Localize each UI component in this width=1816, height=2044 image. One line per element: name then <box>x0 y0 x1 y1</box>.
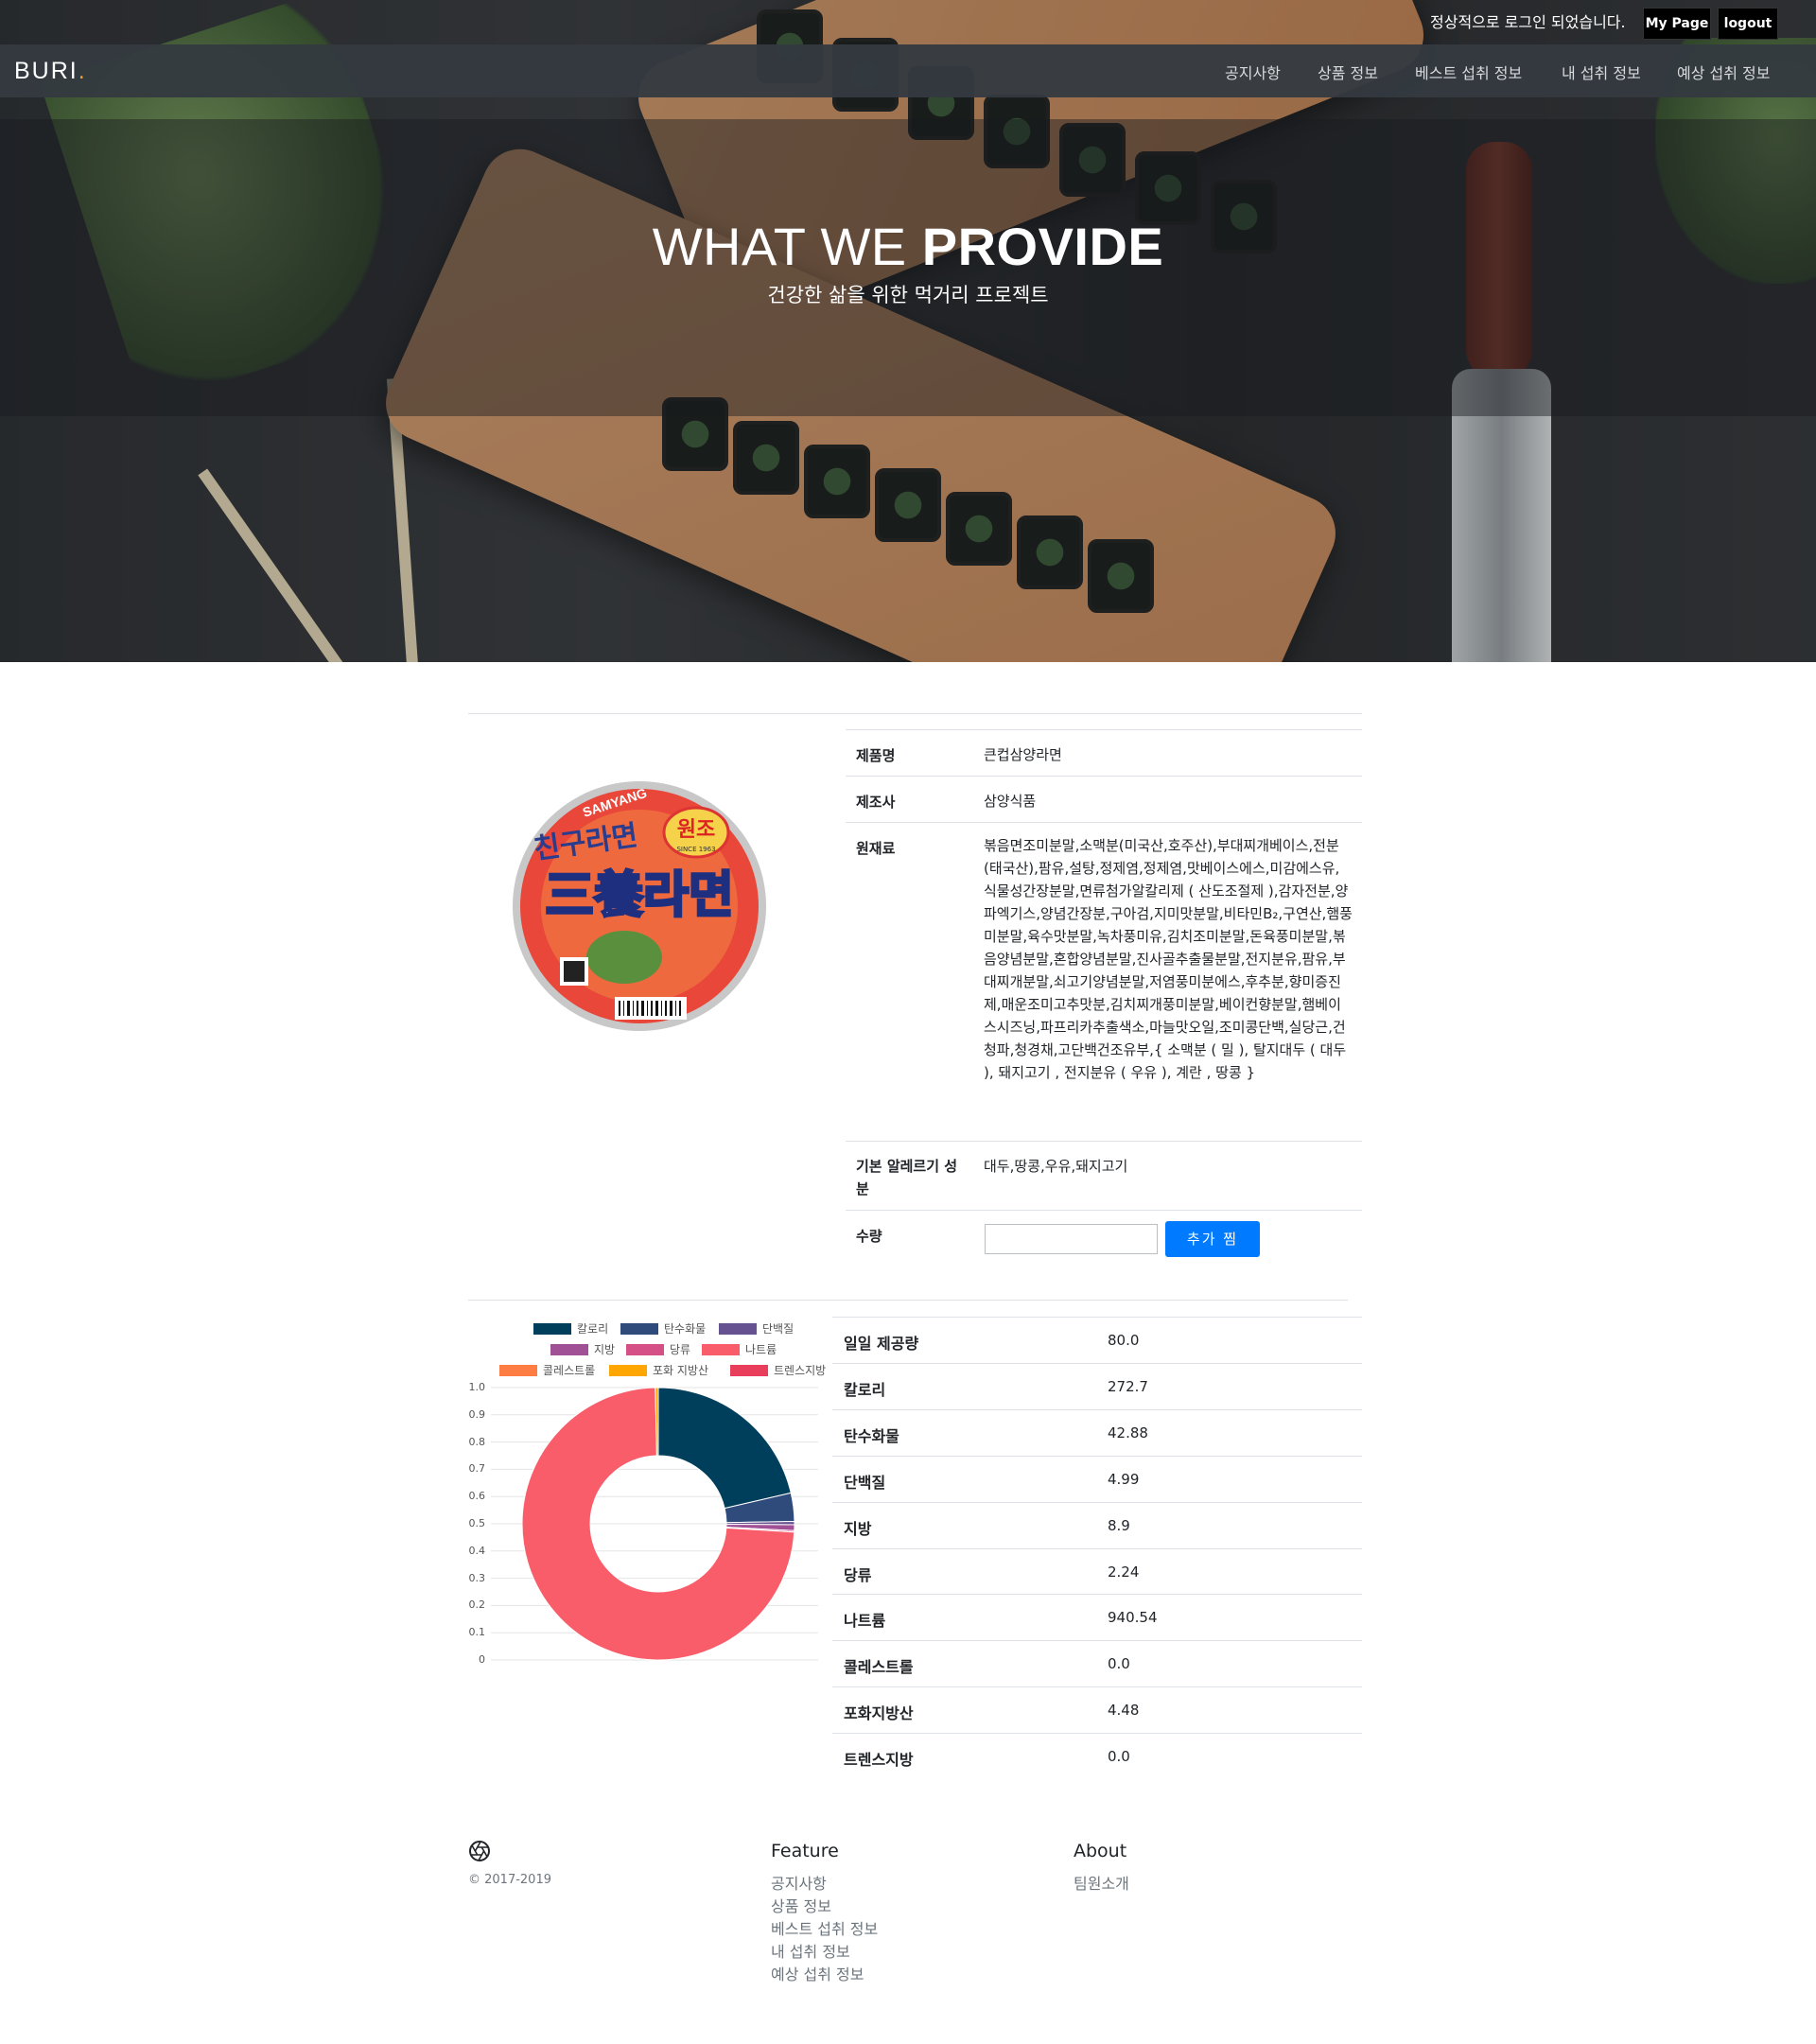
product-name: 큰컵삼양라면 <box>984 746 1062 763</box>
allergy-row: 기본 알레르기 성분 대두,땅콩,우유,돼지고기 <box>846 1141 1362 1211</box>
navbar: BURI. 공지사항 상품 정보 베스트 섭취 정보 내 섭취 정보 예상 섭취… <box>0 44 1816 97</box>
aperture-icon <box>469 1841 490 1861</box>
mypage-button[interactable]: My Page <box>1643 8 1711 40</box>
login-message: 정상적으로 로그인 되었습니다. <box>1430 13 1626 31</box>
ingredients-row: 원재료 볶음면조미분말,소맥분(미국산,호주산),부대찌개베이스,전분(태국산)… <box>846 822 1362 1142</box>
nutrition-value: 4.99 <box>1108 1470 1140 1488</box>
row-label: 원재료 <box>856 840 896 857</box>
nutrition-row: 일일 제공량 80.0 <box>832 1317 1362 1363</box>
nav-best-intake[interactable]: 베스트 섭취 정보 <box>1415 61 1522 83</box>
quantity-input[interactable] <box>985 1224 1158 1254</box>
nutrition-label: 단백질 <box>844 1473 886 1492</box>
nutrition-label: 트렌스지방 <box>844 1751 914 1770</box>
footer-about-title: About <box>1074 1841 1127 1861</box>
footer-link-my[interactable]: 내 섭취 정보 <box>771 1939 850 1962</box>
nutrition-label: 당류 <box>844 1565 872 1584</box>
nav-product-info[interactable]: 상품 정보 <box>1318 61 1378 83</box>
row-label: 제품명 <box>856 747 896 764</box>
divider <box>468 1300 1348 1301</box>
manufacturer: 삼양식품 <box>984 793 1037 810</box>
nutrition-value: 8.9 <box>1108 1516 1130 1534</box>
nutrition-value: 0.0 <box>1108 1655 1130 1673</box>
nutrition-row: 나트륨 940.54 <box>832 1594 1362 1640</box>
ingredients: 볶음면조미분말,소맥분(미국산,호주산),부대찌개베이스,전분(태국산),팜유,… <box>984 837 1353 1081</box>
hero-title: WHAT WE PROVIDE <box>0 216 1816 277</box>
logout-button[interactable]: logout <box>1718 8 1778 40</box>
footer-link-notice[interactable]: 공지사항 <box>771 1871 827 1894</box>
nutrition-row: 칼로리 272.7 <box>832 1362 1362 1409</box>
copyright: © 2017-2019 <box>468 1873 551 1887</box>
row-label: 제조사 <box>856 794 896 811</box>
nutrition-row: 당류 2.24 <box>832 1547 1362 1595</box>
nutrition-value: 42.88 <box>1108 1424 1148 1441</box>
nutrition-value: 272.7 <box>1108 1377 1148 1395</box>
product-name-row: 제품명 큰컵삼양라면 <box>846 729 1362 777</box>
nutrition-row: 콜레스트롤 0.0 <box>832 1640 1362 1686</box>
nutrition-label: 지방 <box>844 1519 872 1538</box>
row-label: 수량 <box>856 1228 882 1245</box>
nutrition-value: 940.54 <box>1108 1609 1158 1627</box>
nutrition-label: 콜레스트롤 <box>844 1658 914 1677</box>
nutrition-row: 포화지방산 4.48 <box>832 1686 1362 1733</box>
svg-text:원조: 원조 <box>677 818 715 842</box>
nutrition-value: 4.48 <box>1108 1702 1140 1720</box>
nutrition-value: 2.24 <box>1108 1563 1140 1581</box>
product-image: SAMYANG 원조 SINCE 1963 친구라면 三養라면 <box>513 781 766 1031</box>
add-favorite-button[interactable]: 추가 찜 <box>1165 1221 1260 1257</box>
nutrition-row: 트렌스지방 0.0 <box>832 1733 1362 1779</box>
hero-title-bold: PROVIDE <box>921 217 1164 276</box>
nutrition-label: 탄수화물 <box>844 1426 899 1445</box>
nutrition-label: 나트륨 <box>844 1612 886 1631</box>
nav-expected-intake[interactable]: 예상 섭취 정보 <box>1677 61 1771 83</box>
nutrition-row: 탄수화물 42.88 <box>832 1408 1362 1456</box>
footer-link-best[interactable]: 베스트 섭취 정보 <box>771 1916 878 1939</box>
nutrition-value: 80.0 <box>1108 1332 1140 1349</box>
footer-feature-title: Feature <box>771 1841 839 1861</box>
svg-text:SINCE 1963: SINCE 1963 <box>676 846 715 853</box>
footer-link-expected[interactable]: 예상 섭취 정보 <box>771 1962 864 1984</box>
donut-chart <box>491 1387 818 1661</box>
allergens: 대두,땅콩,우유,돼지고기 <box>984 1158 1128 1175</box>
brand-logo[interactable]: BURI. <box>14 58 87 85</box>
hero-subtitle: 건강한 삶을 위한 먹거리 프로젝트 <box>767 284 1049 306</box>
footer-link-team[interactable]: 팀원소개 <box>1074 1871 1129 1894</box>
nav-notice[interactable]: 공지사항 <box>1225 61 1281 83</box>
nutrition-value: 0.0 <box>1108 1748 1130 1766</box>
svg-text:三養라면: 三養라면 <box>545 867 734 924</box>
nutrition-label: 포화지방산 <box>844 1704 914 1723</box>
nutrition-label: 칼로리 <box>844 1380 886 1399</box>
donut-slice-0[interactable] <box>657 1387 792 1510</box>
nutrition-chart: 칼로리 탄수화물 단백질 지방 당류 나트륨 콜레스트롤 포화 지방산 트렌스지방 1.0 0.9… <box>468 1310 828 1669</box>
nutrition-row: 지방 8.9 <box>832 1501 1362 1548</box>
footer-link-product[interactable]: 상품 정보 <box>771 1894 831 1916</box>
row-label: 기본 알레르기 성분 <box>856 1158 958 1197</box>
nav-my-intake[interactable]: 내 섭취 정보 <box>1562 61 1641 83</box>
nutrition-label: 일일 제공량 <box>844 1335 919 1353</box>
hero-banner <box>0 0 1816 662</box>
nutrition-row: 단백질 4.99 <box>832 1455 1362 1502</box>
hero-title-light: WHAT WE <box>652 217 922 276</box>
manufacturer-row: 제조사 삼양식품 <box>846 776 1362 823</box>
divider <box>468 713 1362 714</box>
